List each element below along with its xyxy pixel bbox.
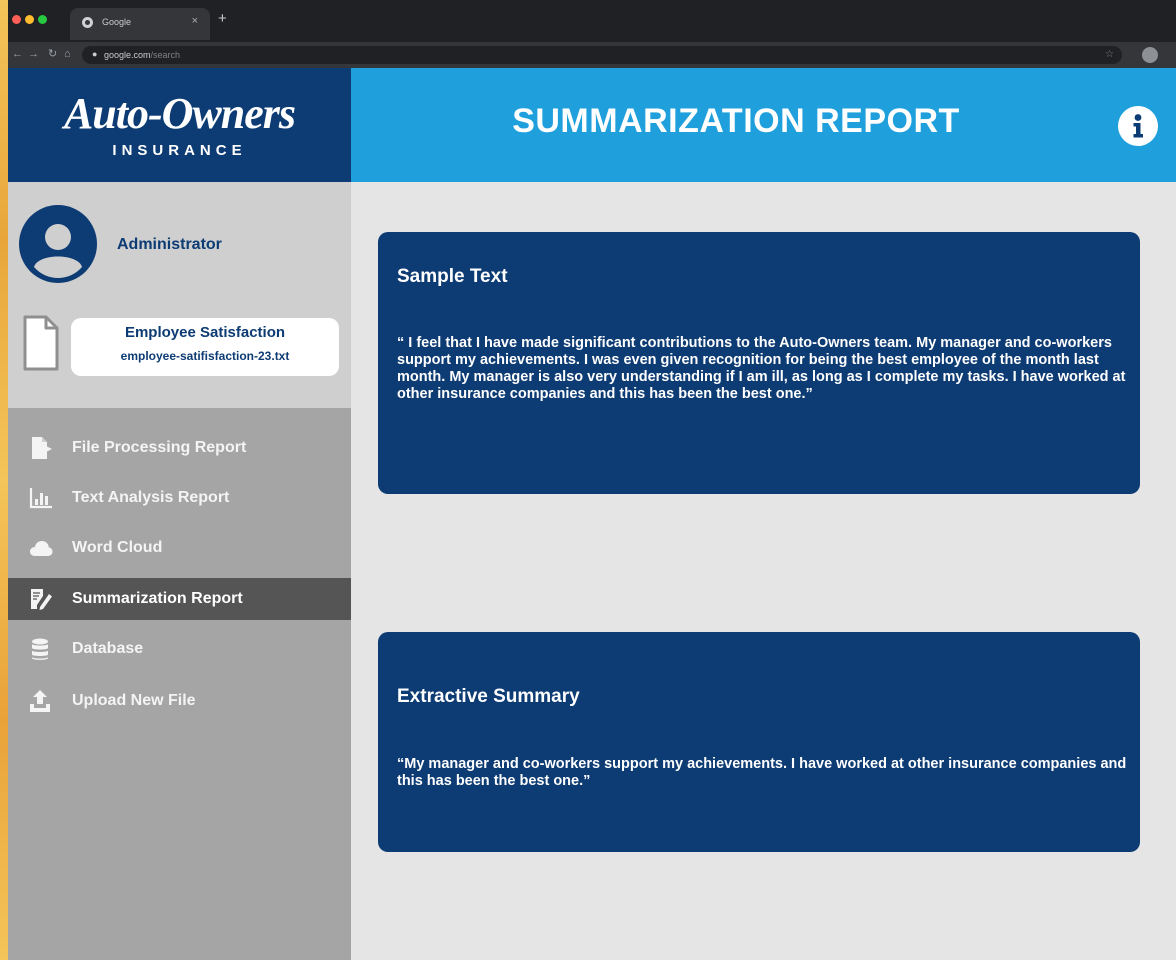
- url-path: /search: [150, 50, 181, 60]
- url-domain: google.com: [104, 50, 151, 60]
- sidebar: Administrator Employee Satisfaction empl…: [8, 182, 351, 960]
- nav-label: Text Analysis Report: [72, 489, 230, 506]
- home-icon[interactable]: ⌂: [64, 48, 71, 61]
- upload-icon: [30, 690, 50, 712]
- main-content: Sample Text “ I feel that I have made si…: [351, 182, 1176, 960]
- info-button[interactable]: [1118, 106, 1158, 146]
- info-icon: [1133, 114, 1143, 138]
- tab-close-icon[interactable]: ×: [192, 15, 198, 27]
- nav-label: Word Cloud: [72, 539, 163, 556]
- extractive-summary-body: “My manager and co-workers support my ac…: [397, 756, 1127, 789]
- minimize-window-button[interactable]: [25, 15, 34, 24]
- nav-item-upload-new-file[interactable]: Upload New File: [8, 680, 351, 722]
- lock-icon: ●: [92, 49, 98, 59]
- cloud-icon: [30, 541, 53, 556]
- user-avatar-icon[interactable]: [19, 205, 97, 283]
- url-text: google.com/search: [104, 50, 180, 60]
- database-icon: [32, 638, 48, 660]
- logo-wordmark: Auto-Owners: [63, 89, 296, 138]
- nav-label: Upload New File: [72, 692, 196, 709]
- nav-label: File Processing Report: [72, 439, 247, 456]
- edit-document-icon: [31, 589, 52, 610]
- nav-item-word-cloud[interactable]: Word Cloud: [8, 527, 351, 569]
- page-header: SUMMARIZATION REPORT: [351, 68, 1176, 182]
- nav-item-summarization-report[interactable]: Summarization Report: [8, 578, 351, 620]
- tab-title: Google: [102, 17, 132, 27]
- user-name: Administrator: [117, 236, 222, 253]
- sample-text-title: Sample Text: [397, 266, 508, 287]
- bookmark-star-icon[interactable]: ☆: [1105, 49, 1114, 60]
- bar-chart-icon: [29, 488, 52, 509]
- nav-label: Summarization Report: [72, 590, 243, 607]
- logo-area: Auto-Owners INSURANCE: [8, 68, 351, 182]
- maximize-window-button[interactable]: [38, 15, 47, 24]
- sample-text-body: “ I feel that I have made significant co…: [397, 335, 1126, 402]
- background-edge: [0, 0, 8, 960]
- profile-avatar-icon[interactable]: [1142, 47, 1158, 63]
- nav-item-file-processing-report[interactable]: File Processing Report: [8, 427, 351, 469]
- page-title: SUMMARIZATION REPORT: [512, 102, 960, 140]
- document-icon: [23, 315, 59, 371]
- sidebar-user-panel: Administrator Employee Satisfaction empl…: [8, 182, 351, 408]
- reload-icon[interactable]: ↻: [48, 48, 57, 61]
- address-bar[interactable]: ● google.com/search ☆: [82, 46, 1122, 64]
- nav-item-text-analysis-report[interactable]: Text Analysis Report: [8, 477, 351, 519]
- extractive-summary-card: Extractive Summary “My manager and co-wo…: [378, 632, 1140, 852]
- new-tab-button[interactable]: +: [218, 11, 227, 26]
- sample-text-card: Sample Text “ I feel that I have made si…: [378, 232, 1140, 494]
- file-processing-icon: [32, 437, 52, 459]
- nav-item-database[interactable]: Database: [8, 628, 351, 670]
- close-window-button[interactable]: [12, 15, 21, 24]
- browser-tab[interactable]: Google ×: [70, 8, 210, 40]
- browser-toolbar: ← → ↻ ⌂ ● google.com/search ☆: [8, 42, 1176, 68]
- nav-label: Database: [72, 640, 144, 657]
- extractive-summary-title: Extractive Summary: [397, 686, 580, 707]
- file-card[interactable]: Employee Satisfaction employee-satifisfa…: [71, 318, 339, 376]
- browser-window: Google × + ← → ↻ ⌂ ● google.com/search ☆…: [8, 0, 1176, 960]
- forward-arrow-icon[interactable]: →: [28, 48, 39, 61]
- logo-subtitle: INSURANCE: [112, 142, 247, 159]
- google-favicon-icon: [82, 17, 93, 28]
- file-title: Employee Satisfaction: [124, 324, 286, 341]
- back-arrow-icon[interactable]: ←: [12, 48, 23, 61]
- file-name: employee-satifisfaction-23.txt: [120, 349, 290, 363]
- browser-tab-bar: Google × +: [8, 0, 1176, 42]
